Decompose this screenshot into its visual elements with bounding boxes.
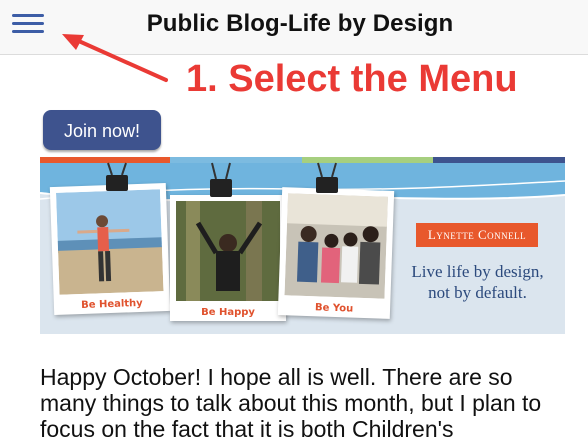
annotation-text: 1. Select the Menu <box>186 58 518 100</box>
slogan-line: not by default. <box>428 283 527 302</box>
family-photo <box>284 193 388 299</box>
menu-line <box>12 30 44 33</box>
menu-line <box>12 14 44 17</box>
beach-photo <box>56 189 164 295</box>
photo-caption: Be Healthy <box>80 297 143 312</box>
menu-line <box>12 22 44 25</box>
photo-card: Be You <box>277 187 395 319</box>
annotation-arrow-icon <box>62 34 168 82</box>
header-banner: Be Healthy Be Happy Be You Lynette Conne… <box>40 157 565 334</box>
binder-clip-icon <box>316 162 338 193</box>
join-now-button[interactable]: Join now! <box>43 110 161 150</box>
brand-name-tag: Lynette Connell <box>416 223 538 247</box>
photo-caption: Be Happy <box>201 307 255 318</box>
photo-card: Be Healthy <box>49 183 171 315</box>
photo-card: Be Happy <box>170 195 286 321</box>
slogan-line: Live life by design, <box>411 262 544 281</box>
binder-clip-icon <box>210 162 232 197</box>
forest-photo <box>176 201 280 301</box>
banner-slogan: Live life by design, not by default. <box>395 261 560 303</box>
article-body: Happy October! I hope all is well. There… <box>40 364 542 442</box>
binder-clip-icon <box>106 162 128 191</box>
photo-caption: Be You <box>314 302 354 315</box>
hamburger-menu-icon[interactable] <box>10 11 46 37</box>
